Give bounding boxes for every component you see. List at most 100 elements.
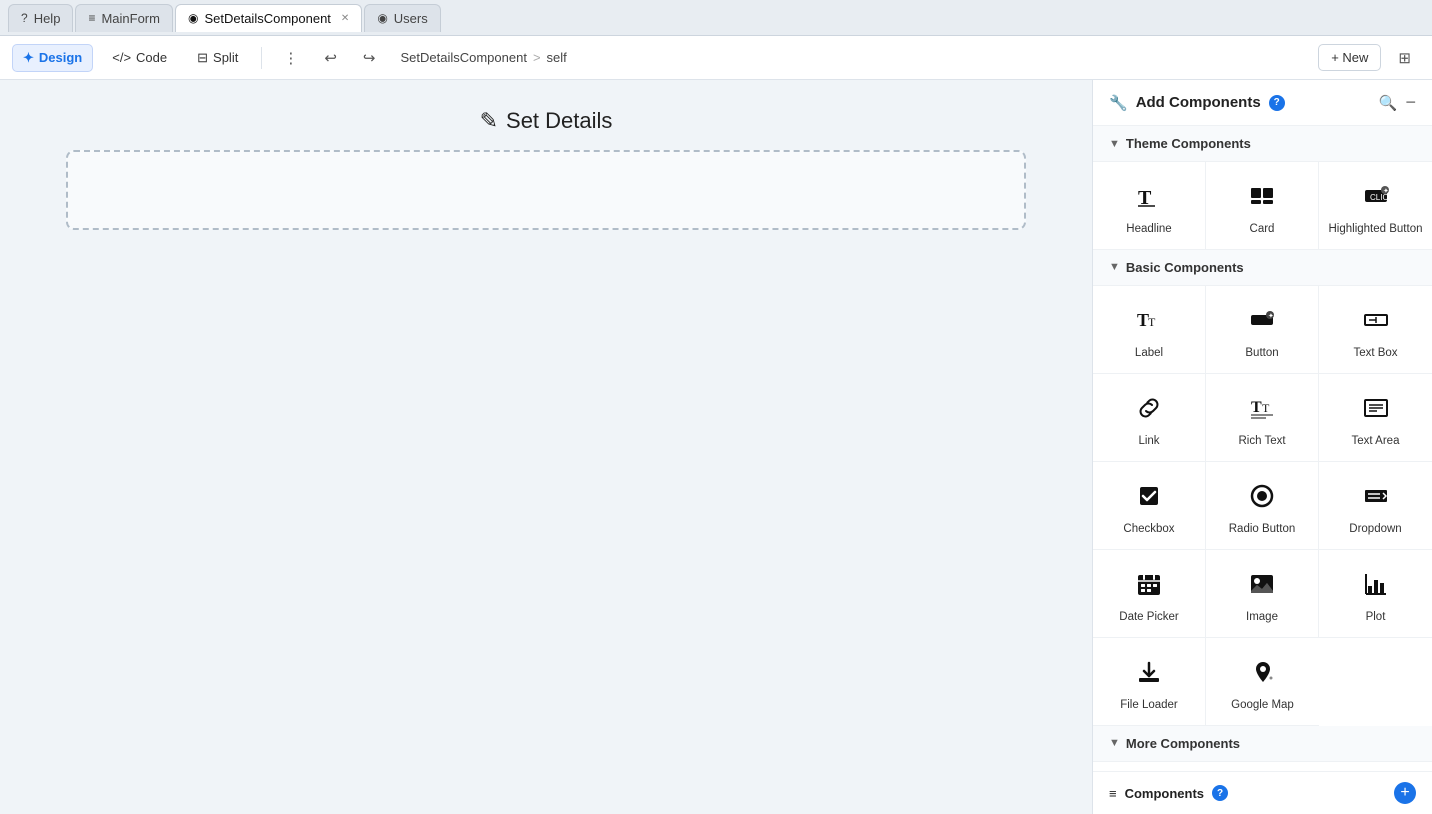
tab-setdetails[interactable]: ◉ SetDetailsComponent ✕	[175, 4, 362, 32]
checkbox-label: Checkbox	[1123, 522, 1174, 537]
split-label: Split	[213, 50, 238, 65]
radio-button-label: Radio Button	[1229, 522, 1296, 537]
canvas-title-text: Set Details	[506, 108, 612, 134]
component-card[interactable]: Card	[1206, 162, 1319, 250]
file-loader-label: File Loader	[1120, 698, 1178, 713]
add-component-button[interactable]: +	[1394, 782, 1416, 804]
theme-section-label: Theme Components	[1126, 136, 1251, 151]
bottom-help-badge[interactable]: ?	[1212, 785, 1228, 801]
canvas-title: ✎ Set Details	[480, 108, 613, 134]
component-file-loader[interactable]: File Loader	[1093, 638, 1206, 726]
component-rich-text[interactable]: T T Rich Text	[1206, 374, 1319, 462]
label-label: Label	[1135, 346, 1163, 361]
panel-scroll: ▼ Theme Components T Headline	[1093, 126, 1432, 771]
button-icon: ✦	[1244, 302, 1280, 338]
bottom-bar: ≡ Components ? +	[1093, 771, 1432, 814]
plot-icon	[1358, 566, 1394, 602]
more-options-button[interactable]: ⋮	[274, 43, 307, 73]
theme-components-section[interactable]: ▼ Theme Components	[1093, 126, 1432, 162]
split-button[interactable]: ⊟ Split	[186, 44, 249, 72]
file-loader-icon	[1131, 654, 1167, 690]
tab-mainform[interactable]: ≡ MainForm	[75, 4, 173, 32]
image-label: Image	[1246, 610, 1278, 625]
panel-header-actions: 🔍 −	[1379, 92, 1416, 113]
component-text-box[interactable]: Text Box	[1319, 286, 1432, 374]
checkbox-icon	[1131, 478, 1167, 514]
undo-button[interactable]: ↩	[315, 43, 346, 73]
redo-button[interactable]: ↪	[354, 43, 385, 73]
basic-components-section[interactable]: ▼ Basic Components	[1093, 250, 1432, 286]
code-label: Code	[136, 50, 167, 65]
component-date-picker[interactable]: Date Picker	[1093, 550, 1206, 638]
svg-text:✦: ✦	[1268, 312, 1274, 320]
component-image[interactable]: Image	[1206, 550, 1319, 638]
label-icon: T T	[1131, 302, 1167, 338]
link-label: Link	[1138, 434, 1159, 449]
card-label: Card	[1250, 222, 1275, 237]
tab-help-icon: ?	[21, 11, 28, 25]
radio-button-icon	[1244, 478, 1280, 514]
basic-components-grid: T T Label ✦ Button	[1093, 286, 1432, 726]
component-radio-button[interactable]: Radio Button	[1206, 462, 1319, 550]
panel-header: 🔧 Add Components ? 🔍 −	[1093, 80, 1432, 126]
tab-setdetails-close[interactable]: ✕	[341, 13, 349, 24]
text-area-icon	[1358, 390, 1394, 426]
date-picker-label: Date Picker	[1119, 610, 1178, 625]
component-text-area[interactable]: Text Area	[1319, 374, 1432, 462]
text-box-label: Text Box	[1353, 346, 1397, 361]
breadcrumb: SetDetailsComponent > self	[400, 50, 566, 65]
new-button[interactable]: + New	[1318, 44, 1381, 71]
highlighted-button-icon: CLICK ✦	[1358, 178, 1394, 214]
tab-setdetails-icon: ◉	[188, 11, 198, 25]
code-button[interactable]: </> Code	[101, 44, 178, 71]
more-components-section[interactable]: ▼ More Components	[1093, 726, 1432, 762]
canvas-drop-zone[interactable]	[66, 150, 1026, 230]
tab-users-label: Users	[394, 11, 428, 26]
code-icon: </>	[112, 50, 131, 65]
basic-section-label: Basic Components	[1126, 260, 1244, 275]
component-plot[interactable]: Plot	[1319, 550, 1432, 638]
component-dropdown[interactable]: Dropdown	[1319, 462, 1432, 550]
breadcrumb-separator: >	[533, 50, 541, 65]
svg-text:T: T	[1148, 315, 1156, 329]
component-label[interactable]: T T Label	[1093, 286, 1206, 374]
canvas-title-icon: ✎	[480, 108, 498, 134]
rich-text-label: Rich Text	[1238, 434, 1285, 449]
svg-text:✦: ✦	[1383, 187, 1389, 195]
component-highlighted-button[interactable]: CLICK ✦ Highlighted Button	[1319, 162, 1432, 250]
component-link[interactable]: Link	[1093, 374, 1206, 462]
date-picker-icon	[1131, 566, 1167, 602]
headline-label: Headline	[1126, 222, 1171, 237]
component-google-map[interactable]: Google Map	[1206, 638, 1319, 726]
image-icon	[1244, 566, 1280, 602]
toolbar-separator-1	[261, 47, 262, 69]
link-icon	[1131, 390, 1167, 426]
toolbar-right: + New ⊞	[1318, 43, 1420, 73]
design-button[interactable]: ✦ Design	[12, 44, 93, 72]
bottom-bar-label: Components	[1125, 786, 1204, 801]
design-label: Design	[39, 50, 82, 65]
breadcrumb-component: SetDetailsComponent	[400, 50, 526, 65]
component-checkbox[interactable]: Checkbox	[1093, 462, 1206, 550]
google-map-label: Google Map	[1231, 698, 1294, 713]
panel-help-badge[interactable]: ?	[1269, 95, 1285, 111]
layout-toggle-button[interactable]: ⊞	[1389, 43, 1420, 73]
more-section-chevron: ▼	[1109, 737, 1120, 749]
google-map-icon	[1245, 654, 1281, 690]
component-headline[interactable]: T Headline	[1093, 162, 1206, 250]
button-label: Button	[1245, 346, 1278, 361]
tab-users[interactable]: ◉ Users	[364, 4, 440, 32]
tab-help[interactable]: ? Help	[8, 4, 73, 32]
card-icon	[1244, 178, 1280, 214]
svg-text:T: T	[1251, 399, 1262, 416]
tab-bar: ? Help ≡ MainForm ◉ SetDetailsComponent …	[0, 0, 1432, 36]
breadcrumb-self: self	[547, 50, 567, 65]
collapse-icon[interactable]: −	[1405, 92, 1416, 113]
bottom-bar-title: ≡ Components ?	[1109, 785, 1228, 801]
search-icon[interactable]: 🔍	[1379, 94, 1398, 112]
component-button[interactable]: ✦ Button	[1206, 286, 1319, 374]
canvas-frame	[66, 150, 1026, 230]
headline-icon: T	[1131, 178, 1167, 214]
canvas-area: ✎ Set Details	[0, 80, 1092, 814]
text-area-label: Text Area	[1352, 434, 1400, 449]
